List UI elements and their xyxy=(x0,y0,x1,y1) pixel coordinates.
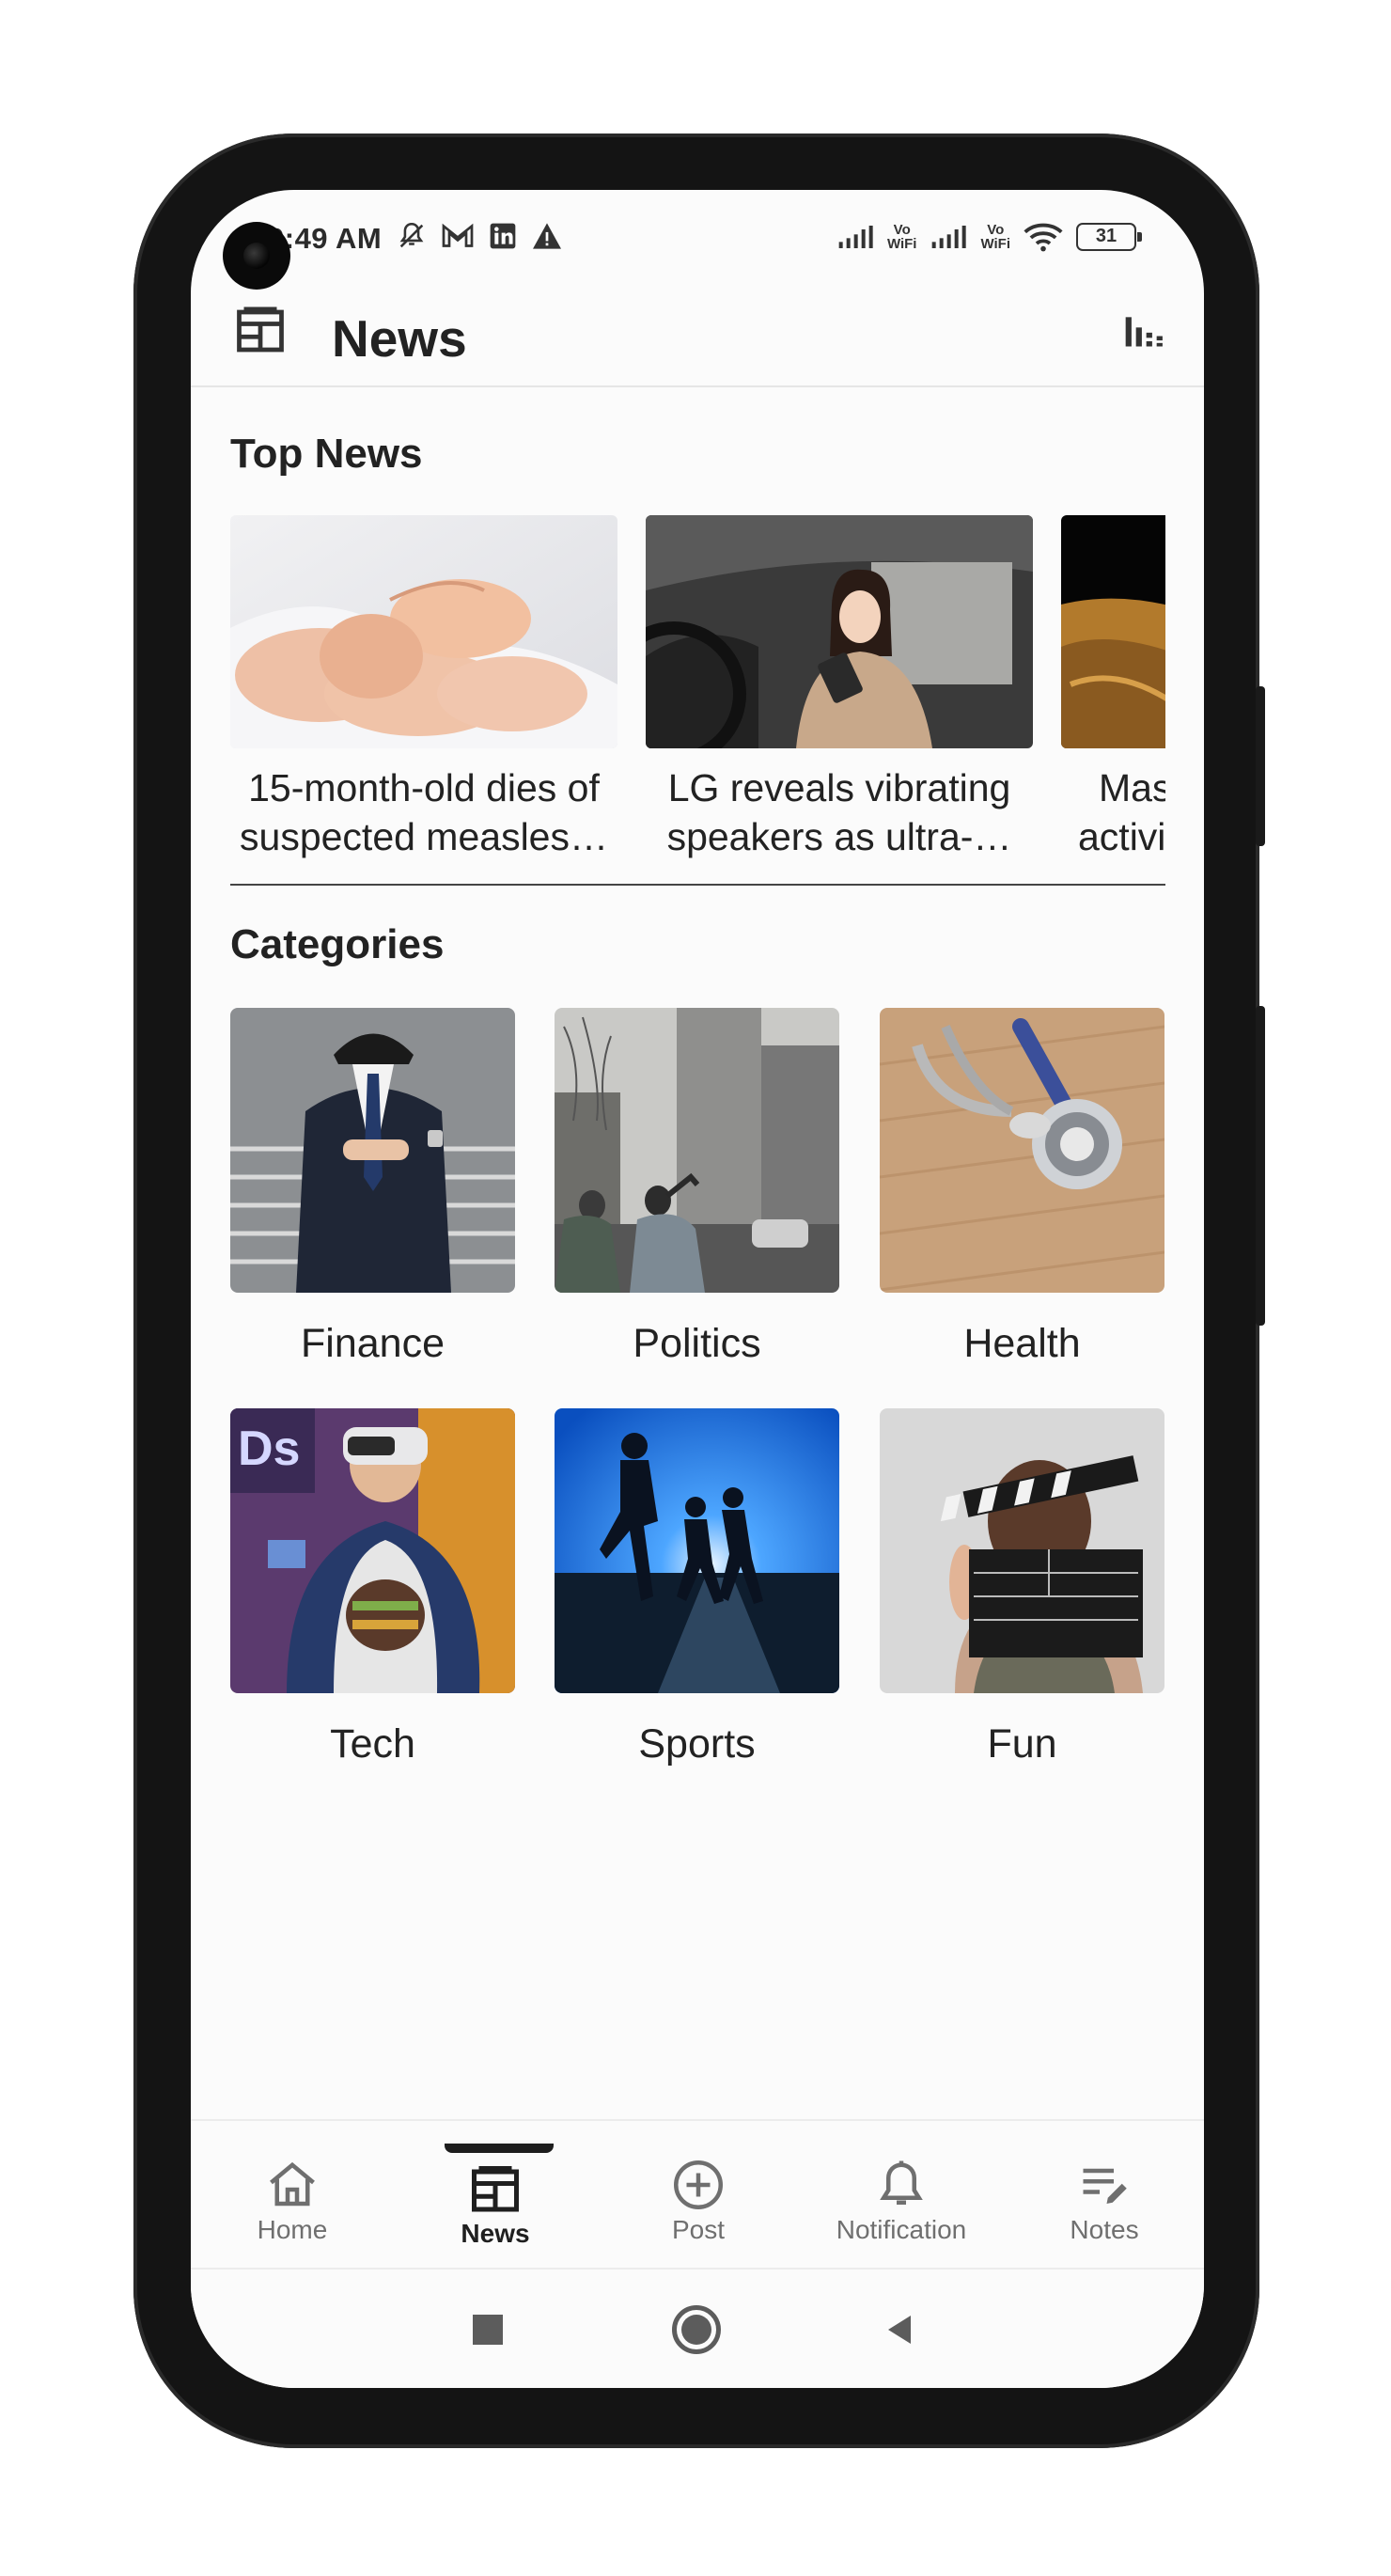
category-label: Finance xyxy=(301,1321,445,1366)
bell-icon xyxy=(880,2160,923,2205)
news-headline: Mas activi xyxy=(1078,766,1165,858)
categories-title: Categories xyxy=(230,921,445,967)
nav-item-news[interactable]: News xyxy=(394,2121,597,2271)
vowifi-icon: Vo WiFi xyxy=(886,222,917,252)
category-image xyxy=(230,1008,515,1293)
notes-edit-icon xyxy=(1083,2168,1127,2204)
category-sports[interactable]: Sports xyxy=(555,1408,839,1767)
category-fun[interactable]: Fun xyxy=(880,1408,1164,1767)
status-notification-icons xyxy=(396,220,563,252)
category-finance[interactable]: Finance xyxy=(230,1008,515,1367)
linkedin-icon xyxy=(490,223,516,249)
app-bar: News xyxy=(191,284,1204,387)
home-circle-icon[interactable] xyxy=(672,2305,721,2354)
nav-label: News xyxy=(461,2219,530,2248)
mute-bell-icon xyxy=(399,222,424,248)
category-health[interactable]: Health xyxy=(880,1008,1164,1367)
battery-icon: 31 xyxy=(1076,223,1142,251)
status-system-icons: Vo WiFi Vo WiFi 31 xyxy=(836,222,1142,252)
svg-text:Ds: Ds xyxy=(238,1422,300,1476)
nav-label: Post xyxy=(671,2215,726,2244)
plus-circle-icon xyxy=(674,2160,723,2209)
nav-label: Notes xyxy=(1070,2215,1139,2244)
category-label: Tech xyxy=(330,1721,415,1767)
recents-icon[interactable] xyxy=(473,2315,503,2345)
news-headline: 15-month-old dies of suspected measles… xyxy=(240,766,608,858)
back-icon[interactable] xyxy=(883,2313,916,2347)
front-camera xyxy=(223,222,290,290)
wifi-icon xyxy=(1024,223,1063,252)
newspaper-icon xyxy=(472,2165,519,2212)
nav-label: Home xyxy=(257,2215,328,2244)
news-image xyxy=(230,515,617,748)
power-button xyxy=(1256,1006,1265,1326)
news-headline: LG reveals vibrating speakers as ultra-… xyxy=(666,766,1012,858)
category-politics[interactable]: Politics xyxy=(555,1008,839,1367)
news-card[interactable]: LG reveals vibrating speakers as ultra-… xyxy=(646,515,1033,861)
gmail-icon xyxy=(442,223,474,247)
category-image xyxy=(880,1408,1164,1693)
nav-item-notification[interactable]: Notification xyxy=(800,2121,1003,2271)
page-title: News xyxy=(332,309,467,368)
home-icon xyxy=(270,2161,315,2207)
top-news-carousel[interactable]: 15-month-old dies of suspected measles… xyxy=(230,515,1165,863)
nav-item-notes[interactable]: Notes xyxy=(1003,2121,1204,2271)
nav-label: Notification xyxy=(836,2215,967,2244)
category-image: Ds xyxy=(230,1408,515,1693)
news-image xyxy=(646,515,1033,748)
category-label: Health xyxy=(963,1321,1081,1366)
category-image xyxy=(555,1408,839,1693)
news-card[interactable]: Mas activi xyxy=(1061,515,1165,861)
chart-icon[interactable] xyxy=(1121,310,1164,352)
category-tech[interactable]: Ds Tech xyxy=(230,1408,515,1767)
volume-button xyxy=(1256,686,1265,846)
news-card[interactable]: 15-month-old dies of suspected measles… xyxy=(230,515,617,861)
screen: 9:49 AM Vo WiFi Vo WiFi 31 News Top News… xyxy=(191,190,1204,2388)
vowifi-icon: Vo WiFi xyxy=(980,222,1010,252)
active-tab-indicator xyxy=(445,2144,554,2153)
category-image xyxy=(880,1008,1164,1293)
top-news-title: Top News xyxy=(230,431,423,477)
nav-item-home[interactable]: Home xyxy=(191,2121,394,2271)
bottom-navigation: Home News Post Notification Notes xyxy=(191,2119,1204,2270)
newspaper-icon[interactable] xyxy=(232,303,289,359)
category-image xyxy=(555,1008,839,1293)
warning-icon xyxy=(533,223,561,249)
category-label: Sports xyxy=(638,1721,756,1767)
category-label: Fun xyxy=(987,1721,1057,1767)
section-divider xyxy=(230,884,1165,886)
category-label: Politics xyxy=(633,1321,761,1366)
signal-icon xyxy=(838,226,873,248)
signal-icon xyxy=(932,226,967,248)
status-bar: 9:49 AM Vo WiFi Vo WiFi 31 xyxy=(191,214,1204,261)
news-image xyxy=(1061,515,1165,748)
system-navigation-bar xyxy=(191,2270,1204,2388)
nav-item-post[interactable]: Post xyxy=(597,2121,800,2271)
